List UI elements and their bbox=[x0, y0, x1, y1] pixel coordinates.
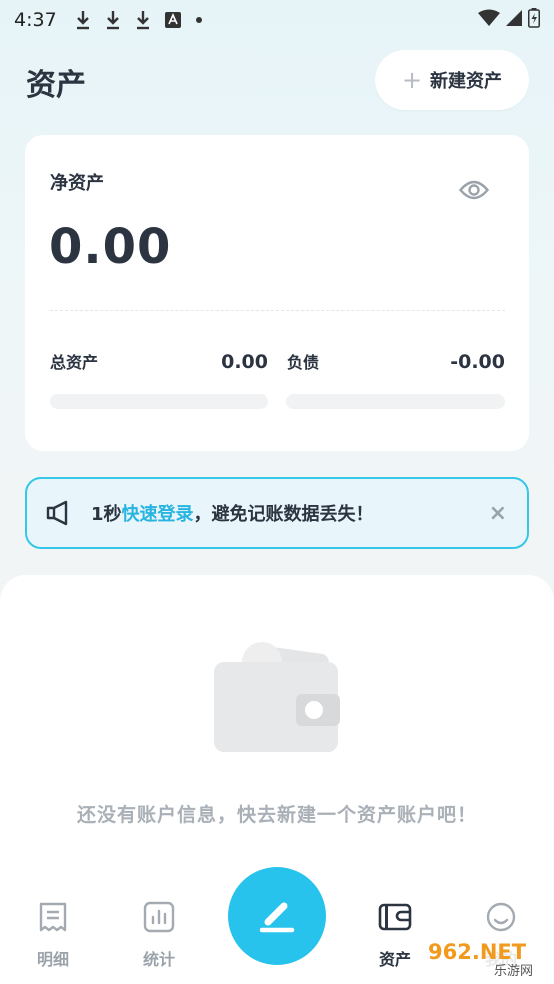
total-assets-value: 0.00 bbox=[221, 351, 268, 373]
tab-details[interactable]: 明细 bbox=[8, 900, 98, 970]
receipt-icon bbox=[8, 900, 98, 934]
megaphone-icon bbox=[45, 499, 77, 527]
liabilities-label: 负债 bbox=[287, 353, 320, 372]
status-bar: 4:37 bbox=[0, 0, 554, 40]
watermark-sub: 乐游网 bbox=[494, 964, 533, 979]
download-icon bbox=[75, 10, 91, 30]
more-dot-icon bbox=[195, 16, 203, 24]
notice-prefix: 1秒 bbox=[91, 504, 122, 525]
login-notice-text: 1秒快速登录，避免记账数据丢失！ bbox=[91, 500, 374, 526]
tab-statistics[interactable]: 统计 bbox=[114, 900, 204, 970]
net-asset-value: 0.00 bbox=[49, 219, 172, 275]
profile-icon bbox=[456, 900, 546, 934]
watermark-text: 962.NET bbox=[428, 940, 527, 964]
pencil-icon bbox=[256, 894, 298, 939]
plus-icon: + bbox=[401, 66, 423, 94]
download-icon bbox=[105, 10, 121, 30]
page-title: 资产 bbox=[26, 68, 86, 103]
site-watermark: 962.NET 乐游网 bbox=[420, 935, 550, 981]
net-asset-label: 净资产 bbox=[50, 173, 104, 194]
chart-icon bbox=[114, 900, 204, 934]
tab-label: 统计 bbox=[142, 950, 175, 969]
quick-login-link[interactable]: 快速登录 bbox=[122, 504, 194, 525]
divider bbox=[50, 310, 505, 311]
wifi-icon bbox=[478, 9, 500, 32]
notice-suffix: ，避免记账数据丢失！ bbox=[193, 504, 374, 525]
download-icon bbox=[135, 10, 151, 30]
net-asset-card: 净资产 0.00 总资产 0.00 负债 -0.00 bbox=[25, 135, 529, 451]
wallet-icon bbox=[350, 900, 440, 934]
app-notification-icon bbox=[164, 12, 181, 28]
new-asset-button-label: 新建资产 bbox=[430, 71, 503, 92]
tab-label: 明细 bbox=[36, 950, 69, 969]
liabilities-bar bbox=[286, 394, 505, 409]
total-assets-bar bbox=[50, 394, 268, 409]
signal-icon bbox=[506, 9, 522, 32]
eye-icon[interactable] bbox=[457, 175, 491, 205]
close-icon[interactable]: × bbox=[489, 501, 507, 526]
new-asset-button[interactable]: + 新建资产 bbox=[375, 50, 529, 110]
add-record-button[interactable] bbox=[228, 867, 326, 965]
status-time: 4:37 bbox=[14, 9, 57, 31]
empty-wallet-icon bbox=[214, 642, 340, 752]
empty-state-message: 还没有账户信息，快去新建一个资产账户吧！ bbox=[76, 804, 477, 826]
login-notice-banner[interactable]: 1秒快速登录，避免记账数据丢失！ × bbox=[25, 477, 529, 549]
liabilities-value: -0.00 bbox=[450, 351, 505, 373]
total-assets-label: 总资产 bbox=[50, 353, 99, 372]
battery-icon bbox=[528, 7, 540, 33]
